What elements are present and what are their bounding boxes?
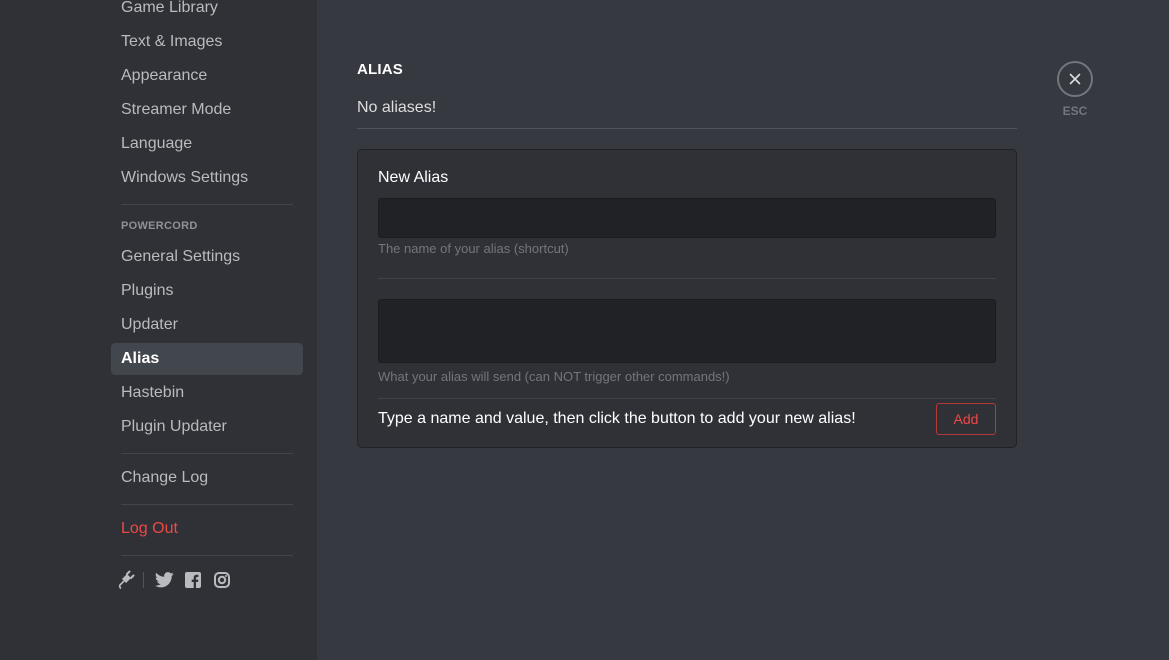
sidebar-item-language[interactable]: Language — [111, 128, 303, 160]
content-divider — [357, 128, 1017, 129]
sidebar-item-hastebin[interactable]: Hastebin — [111, 377, 303, 409]
sidebar-item-appearance[interactable]: Appearance — [111, 60, 303, 92]
twitter-icon[interactable] — [154, 570, 174, 590]
page-title: ALIAS — [357, 61, 403, 78]
facebook-icon[interactable] — [183, 570, 203, 590]
sidebar-item-general-settings[interactable]: General Settings — [111, 241, 303, 273]
settings-window: Game Library Text & Images Appearance St… — [0, 0, 1169, 660]
sidebar-item-alias[interactable]: Alias — [111, 343, 303, 375]
social-links — [116, 570, 241, 590]
settings-sidebar: Game Library Text & Images Appearance St… — [0, 0, 317, 660]
add-alias-instructions: Type a name and value, then click the bu… — [378, 410, 856, 427]
instagram-icon[interactable] — [212, 570, 232, 590]
sidebar-item-windows-settings[interactable]: Windows Settings — [111, 162, 303, 194]
sidebar-separator — [121, 204, 293, 205]
alias-value-hint: What your alias will send (can NOT trigg… — [378, 369, 730, 384]
sidebar-section-header-powercord: POWERCORD — [121, 220, 198, 232]
settings-content: ALIAS No aliases! New Alias The name of … — [317, 0, 1169, 660]
close-settings: ESC — [1057, 61, 1093, 118]
alias-name-input[interactable] — [378, 198, 996, 238]
add-alias-button[interactable]: Add — [936, 403, 996, 435]
sidebar-separator — [121, 453, 293, 454]
close-icon — [1069, 73, 1081, 85]
powercord-plug-icon[interactable] — [116, 570, 136, 590]
sidebar-item-streamer-mode[interactable]: Streamer Mode — [111, 94, 303, 126]
card-divider — [378, 398, 996, 399]
new-alias-title: New Alias — [378, 169, 449, 186]
sidebar-separator — [121, 555, 293, 556]
new-alias-card: New Alias The name of your alias (shortc… — [357, 149, 1017, 448]
esc-label: ESC — [1062, 104, 1088, 118]
alias-name-hint: The name of your alias (shortcut) — [378, 241, 569, 256]
close-button[interactable] — [1057, 61, 1093, 97]
sidebar-item-game-library[interactable]: Game Library — [111, 0, 303, 24]
alias-value-input[interactable] — [378, 299, 996, 363]
sidebar-item-plugin-updater[interactable]: Plugin Updater — [111, 411, 303, 443]
sidebar-item-updater[interactable]: Updater — [111, 309, 303, 341]
sidebar-item-change-log[interactable]: Change Log — [111, 462, 303, 494]
card-divider — [378, 278, 996, 279]
sidebar-item-log-out[interactable]: Log Out — [111, 513, 303, 545]
social-divider — [143, 572, 144, 588]
empty-aliases-message: No aliases! — [357, 99, 437, 116]
sidebar-item-plugins[interactable]: Plugins — [111, 275, 303, 307]
sidebar-separator — [121, 504, 293, 505]
sidebar-item-text-images[interactable]: Text & Images — [111, 26, 303, 58]
